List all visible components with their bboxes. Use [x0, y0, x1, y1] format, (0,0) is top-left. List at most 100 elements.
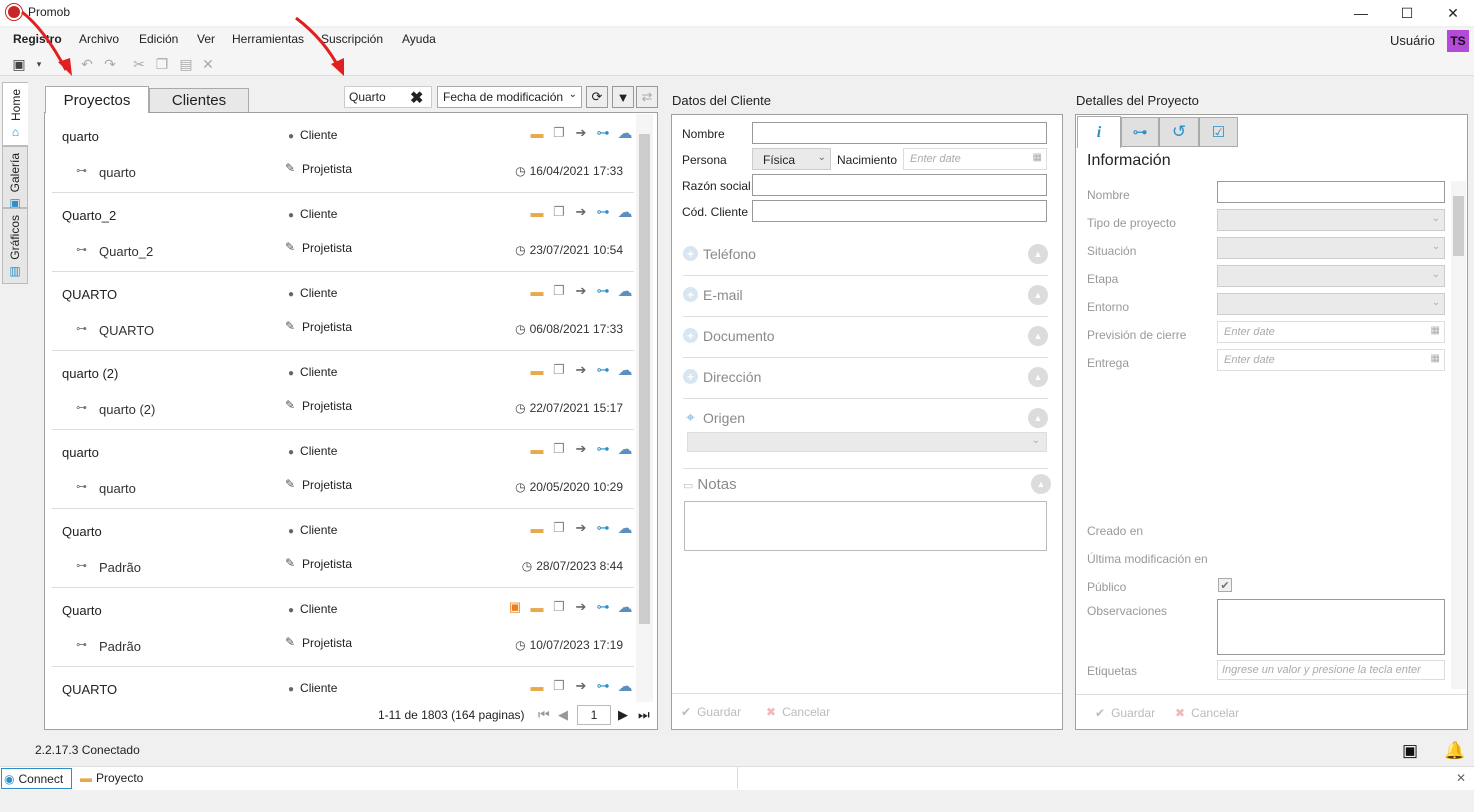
cloud-icon[interactable]: ☁ — [616, 677, 634, 695]
side-tab-galeria[interactable]: Galería ▣ — [2, 146, 28, 210]
folder-icon[interactable]: ▬ — [528, 440, 546, 458]
copy-icon[interactable]: ❐ — [550, 677, 568, 695]
collapse-icon[interactable]: ▲ — [1028, 285, 1048, 305]
copy-icon[interactable]: ❐ — [550, 440, 568, 458]
proyecto-tab[interactable]: ▬ Proyecto — [80, 771, 143, 785]
project-row[interactable]: QuartoCliente▣▬❐➔⊶☁⊶Padrão✎Projetista◷10… — [52, 588, 634, 667]
folder-icon[interactable]: ▬ — [528, 361, 546, 379]
collapse-icon[interactable]: ▲ — [1031, 474, 1051, 494]
refresh-button[interactable]: ⟳ — [586, 86, 608, 108]
calendar-icon[interactable]: ▦ — [1431, 325, 1440, 336]
etiquetas-input[interactable]: Ingrese un valor y presione la tecla ent… — [1217, 660, 1445, 680]
copy-icon[interactable]: ❐ — [550, 598, 568, 616]
copy-icon[interactable]: ❐ — [550, 203, 568, 221]
filter-button[interactable]: ▼ — [612, 86, 634, 108]
scrollbar-thumb[interactable] — [1453, 196, 1464, 256]
add-icon[interactable]: + — [683, 287, 698, 302]
close-button[interactable]: ✕ — [1430, 0, 1474, 26]
side-tab-graficos[interactable]: Gráficos ▥ — [2, 208, 28, 284]
collapse-icon[interactable]: ▲ — [1028, 367, 1048, 387]
folder-icon[interactable]: ▬ — [528, 282, 546, 300]
collapse-icon[interactable]: ▲ — [1028, 408, 1048, 428]
project-row[interactable]: QUARTOCliente▬❐➔⊶☁⊶QUARTO✎Projetista◷06/… — [52, 272, 634, 351]
calendar-icon[interactable]: ▦ — [1033, 152, 1042, 163]
etapa-select[interactable]: ⌄ — [1217, 265, 1445, 287]
tipo-select[interactable]: ⌄ — [1217, 209, 1445, 231]
page-input[interactable]: 1 — [577, 705, 611, 725]
folder-icon[interactable]: ▬ — [528, 203, 546, 221]
bell-icon[interactable]: 🔔 — [1444, 741, 1465, 761]
project-row[interactable]: quarto (2)Cliente▬❐➔⊶☁⊶quarto (2)✎Projet… — [52, 351, 634, 430]
copy-icon[interactable]: ❐ — [550, 519, 568, 537]
swap-button[interactable]: ⇄ — [636, 86, 658, 108]
copy-icon[interactable]: ❐ — [550, 361, 568, 379]
section-direccion[interactable]: + Dirección ▲ — [683, 363, 1048, 399]
tree-add-icon[interactable]: ⊶ — [594, 598, 612, 616]
details-scrollbar[interactable] — [1451, 181, 1466, 689]
history-tab[interactable]: ↺ — [1159, 117, 1199, 147]
cloud-icon[interactable]: ☁ — [616, 598, 634, 616]
maximize-button[interactable]: ☐ — [1384, 0, 1430, 26]
nacimiento-field[interactable]: Enter date ▦ — [903, 148, 1047, 170]
export-icon[interactable]: ➔ — [572, 282, 590, 300]
prev-page-icon[interactable]: ◀ — [558, 707, 568, 723]
project-cancel-button[interactable]: ✖ Cancelar — [1175, 706, 1239, 720]
tree-add-icon[interactable]: ⊶ — [594, 361, 612, 379]
folder-icon[interactable]: ▬ — [528, 598, 546, 616]
export-icon[interactable]: ➔ — [572, 519, 590, 537]
tree-add-icon[interactable]: ⊶ — [594, 203, 612, 221]
publico-checkbox[interactable]: ✔ — [1218, 578, 1232, 592]
project-row[interactable]: Quarto_2Cliente▬❐➔⊶☁⊶Quarto_2✎Projetista… — [52, 193, 634, 272]
user-label[interactable]: Usuário — [1390, 33, 1435, 48]
tab-proyectos[interactable]: Proyectos — [45, 86, 149, 113]
export-icon[interactable]: ➔ — [572, 677, 590, 695]
export-icon[interactable]: ➔ — [572, 598, 590, 616]
first-page-icon[interactable]: ⏮ — [538, 707, 550, 723]
project-row[interactable]: QUARTO Cliente ▬❐➔⊶☁ — [52, 667, 634, 707]
calendar-icon[interactable]: ▦ — [1431, 353, 1440, 364]
next-page-icon[interactable]: ▶ — [618, 707, 628, 723]
persona-select[interactable]: Física ⌄ — [752, 148, 831, 170]
section-documento[interactable]: + Documento ▲ — [683, 322, 1048, 358]
tree-tab[interactable]: ⊶ — [1121, 117, 1159, 147]
tab-clientes[interactable]: Clientes — [149, 88, 249, 112]
cloud-icon[interactable]: ☁ — [616, 124, 634, 142]
collapse-icon[interactable]: ▲ — [1028, 244, 1048, 264]
section-telefono[interactable]: + Teléfono ▲ — [683, 240, 1048, 276]
avatar[interactable]: TS — [1447, 30, 1469, 52]
project-save-button[interactable]: ✔ Guardar — [1095, 706, 1155, 720]
cod-cliente-field[interactable] — [752, 200, 1047, 222]
client-save-button[interactable]: ✔ Guardar — [681, 705, 741, 719]
add-icon[interactable]: + — [683, 328, 698, 343]
tree-add-icon[interactable]: ⊶ — [594, 519, 612, 537]
tree-add-icon[interactable]: ⊶ — [594, 677, 612, 695]
project-row[interactable]: quartoCliente▬❐➔⊶☁⊶quarto✎Projetista◷20/… — [52, 430, 634, 509]
export-icon[interactable]: ➔ — [572, 124, 590, 142]
tree-add-icon[interactable]: ⊶ — [594, 440, 612, 458]
prevision-field[interactable]: Enter date ▦ — [1217, 321, 1445, 343]
copy-icon[interactable]: ❐ — [550, 282, 568, 300]
observaciones-textarea[interactable] — [1217, 599, 1445, 655]
screens-icon[interactable]: ▣ — [1402, 741, 1418, 761]
cloud-icon[interactable]: ☁ — [616, 361, 634, 379]
razon-social-field[interactable] — [752, 174, 1047, 196]
export-icon[interactable]: ➔ — [572, 361, 590, 379]
export-icon[interactable]: ➔ — [572, 203, 590, 221]
scrollbar-thumb[interactable] — [639, 134, 650, 624]
cloud-icon[interactable]: ☁ — [616, 519, 634, 537]
minimize-button[interactable]: — — [1338, 0, 1384, 26]
project-name-field[interactable] — [1217, 181, 1445, 203]
copy-icon[interactable]: ❐ — [550, 124, 568, 142]
cloud-icon[interactable]: ☁ — [616, 282, 634, 300]
folder-icon[interactable]: ▬ — [528, 519, 546, 537]
info-tab[interactable]: i — [1077, 116, 1121, 148]
folder-icon[interactable]: ▬ — [528, 124, 546, 142]
last-page-icon[interactable]: ⏭ — [638, 707, 650, 723]
tree-add-icon[interactable]: ⊶ — [594, 282, 612, 300]
project-row[interactable]: quartoCliente▬❐➔⊶☁⊶quarto✎Projetista◷16/… — [52, 114, 634, 193]
person-icon[interactable]: ▣ — [506, 598, 524, 616]
situacion-select[interactable]: ⌄ — [1217, 237, 1445, 259]
checklist-tab[interactable]: ☑ — [1199, 117, 1238, 147]
cloud-icon[interactable]: ☁ — [616, 203, 634, 221]
entrega-field[interactable]: Enter date ▦ — [1217, 349, 1445, 371]
